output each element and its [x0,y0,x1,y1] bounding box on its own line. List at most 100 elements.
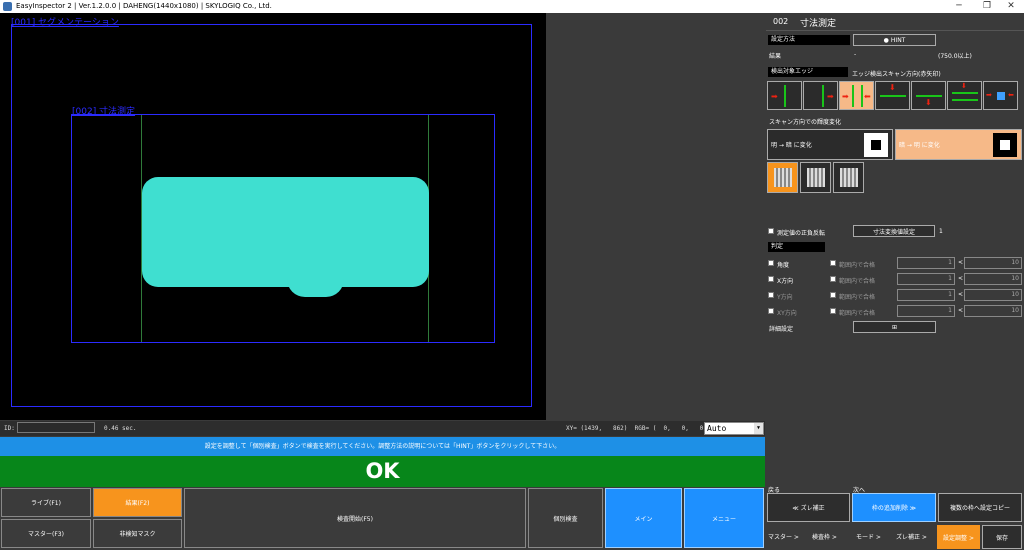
detail-setting-button[interactable]: ⊞ [853,321,936,333]
cursor-readout: XY= (1439, 862) RGB= ( 0, 0, 0) [566,425,707,432]
edge-mode-2-button[interactable] [800,162,831,193]
result-banner: OK [0,456,765,487]
edge-mode-icon [840,168,858,187]
setting-method-label: 設定方法 [768,35,850,45]
menu-button[interactable]: メニュー [684,488,764,548]
center-square-icon [997,92,1005,100]
max-input[interactable]: 10 [964,273,1022,285]
range-label: 範囲内で合格 [839,294,876,301]
judge-name: XY方向 [777,310,797,317]
invert-checkbox[interactable] [768,228,774,234]
horizontal-edge-icon [880,95,906,97]
max-input[interactable]: 10 [964,305,1022,317]
processing-time: 0.46 sec. [104,425,137,432]
arrows-in-icon: ➡ [986,91,992,99]
range-checkbox[interactable] [830,308,836,314]
judge-checkbox[interactable] [768,308,774,314]
judge-checkbox[interactable] [768,292,774,298]
window-title: EasyInspector 2 | Ver.1.2.0.0 | DAHENG(1… [16,2,272,10]
vertical-edge-icon [822,85,824,107]
min-input[interactable]: 1 [897,305,955,317]
instruction-message: 設定を調整して「個別検査」ボタンで検査を実行してください。調整方法の説明について… [0,437,765,456]
horizontal-edge-icon [916,95,942,97]
lt-symbol: < [958,275,964,282]
id-label: ID: [4,425,15,432]
max-input[interactable]: 10 [964,289,1022,301]
range-checkbox[interactable] [830,276,836,282]
back-button[interactable]: ≪ ズレ補正 [767,493,850,522]
next-button[interactable]: 枠の追加削除 ≫ [852,493,936,522]
nav-master[interactable]: マスター > [768,532,799,541]
edge-mode-icon [807,168,825,187]
live-button[interactable]: ライブ(F1) [1,488,91,517]
nav-setting-adjust[interactable]: 設定調整 > [937,525,980,549]
edge-horizontal-both-button[interactable]: ⬇ [947,81,982,110]
min-input[interactable]: 1 [897,257,955,269]
judge-checkbox[interactable] [768,276,774,282]
brightness-change-label: スキャン方向での輝度変化 [769,119,842,126]
range-label: 範囲内で合格 [839,310,876,317]
edge-horizontal-top-button[interactable]: ⬇ [875,81,910,110]
edge-horizontal-bottom-button[interactable]: ⬇ [911,81,946,110]
white-square-icon [1000,140,1010,150]
nav-mode[interactable]: モード > [856,532,881,541]
dark-to-light-button[interactable]: 明 → 暗 に変化 [767,129,893,160]
scan-direction-label: エッジ検出スキャン方向(赤矢印) [852,71,941,78]
black-square-icon [871,140,881,150]
scale-setting-button[interactable]: 寸法変換値設定 [853,225,935,237]
main-button[interactable]: メイン [605,488,682,548]
light-to-dark-button[interactable]: 暗 → 明 に変化 [895,129,1022,160]
close-button[interactable]: ✕ [996,0,1024,13]
min-input[interactable]: 1 [897,289,955,301]
edge-vertical-right-button[interactable]: ➡ [803,81,838,110]
title-bar: EasyInspector 2 | Ver.1.2.0.0 | DAHENG(1… [0,0,1024,13]
max-input[interactable]: 10 [964,257,1022,269]
arrow-right-icon: ➡ [771,92,778,101]
tool-name: 寸法測定 [800,19,837,29]
zoom-select[interactable]: Auto ▼ [704,422,764,435]
chevron-down-icon: ▼ [754,423,763,434]
result-label: 結果 [769,53,782,60]
edge-vertical-both-button[interactable]: ➡ ⬅ [839,81,874,110]
range-label: 範囲内で合格 [839,262,876,269]
min-input[interactable]: 1 [897,273,955,285]
nav-offset-correction[interactable]: ズレ補正 > [896,532,927,541]
range-label: 範囲内で合格 [839,278,876,285]
id-input[interactable] [17,422,95,433]
lt-symbol: < [958,291,964,298]
result-value: - [854,51,857,58]
arrow-down-icon: ⬇ [961,82,967,90]
edge-vertical-left-button[interactable]: ➡ [767,81,802,110]
master-button[interactable]: マスター(F3) [1,519,91,548]
edge-all-direction-button[interactable]: ➡ ⬅ [983,81,1018,110]
minimize-button[interactable]: ─ [944,0,974,13]
image-view[interactable]: [001] セグメンテーション [002] 寸法測定 [0,13,546,420]
mask-button[interactable]: 非検知マスク [93,519,182,548]
copy-settings-button[interactable]: 複数の枠へ設定コピー [938,493,1022,522]
arrow-left-icon: ⬅ [864,92,871,101]
detected-blob [142,177,429,287]
lt-symbol: < [958,307,964,314]
edge-mode-3-button[interactable] [833,162,864,193]
inspect-start-button[interactable]: 検査開始(F5) [184,488,526,548]
save-button[interactable]: 保存 [982,525,1022,549]
individual-inspect-button[interactable]: 個別検査 [528,488,603,548]
roi-segmentation-label: [001] セグメンテーション [11,18,119,28]
vertical-edge-icon [784,85,786,107]
vertical-edge-icon [852,85,854,107]
detail-label: 詳細設定 [769,326,794,333]
dark-to-light-label: 明 → 暗 に変化 [771,142,812,149]
transition-icon [993,133,1017,157]
nav-inspection-frame[interactable]: 検査枠 > [812,532,837,541]
invert-label: 測定値の正負反転 [777,230,826,237]
range-checkbox[interactable] [830,260,836,266]
transition-icon [864,133,888,157]
result-button[interactable]: 結果(F2) [93,488,182,517]
lt-symbol: < [958,259,964,266]
range-checkbox[interactable] [830,292,836,298]
edge-mode-1-button[interactable] [767,162,798,193]
scale-value: 1 [939,228,943,235]
judge-checkbox[interactable] [768,260,774,266]
hint-button[interactable]: ● HINT [853,34,936,46]
settings-panel: 002 寸法測定 設定方法 ● HINT 結果 - (750.0以上) 検出対象エ… [766,13,1024,550]
